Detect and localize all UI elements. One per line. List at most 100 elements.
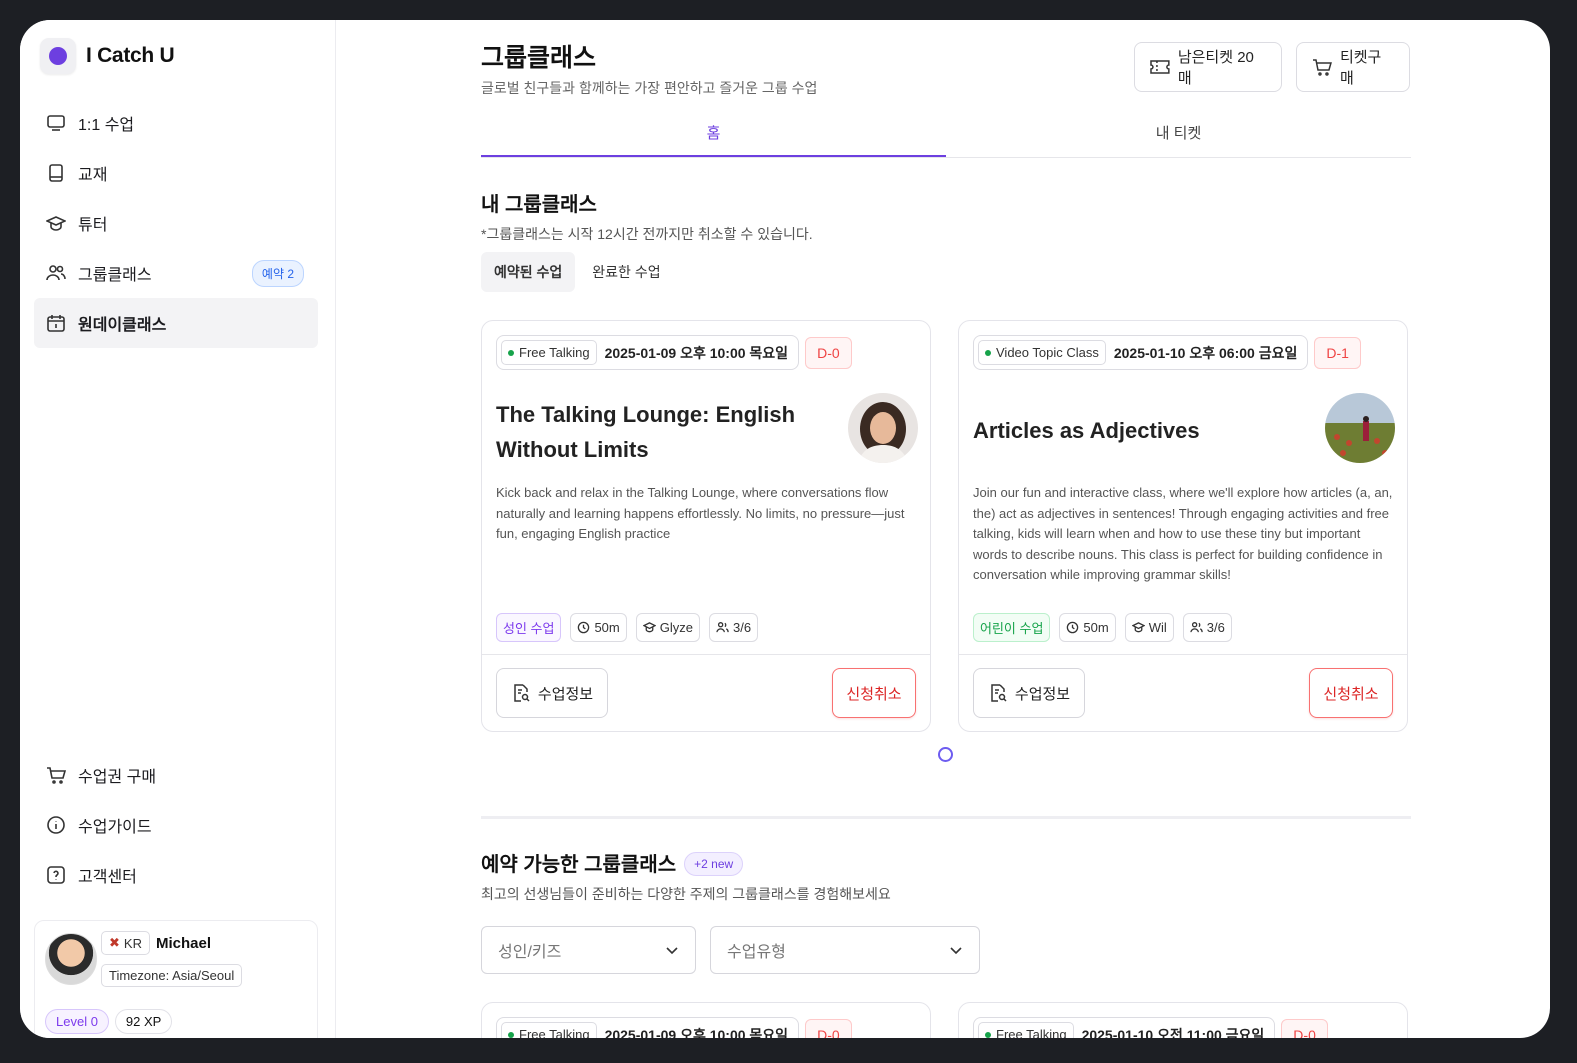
status-dot-icon [508,349,514,356]
available-class-card[interactable]: Free Talking 2025-01-10 오전 11:00 금요일 D-0 [958,1002,1408,1038]
buy-ticket-button[interactable]: 티켓구매 [1296,42,1410,92]
sidebar-item-1on1[interactable]: 1:1 수업 [34,98,318,148]
main-tabs: 홈 내 티켓 [481,116,1411,158]
cancel-reservation-button[interactable]: 신청취소 [832,668,916,718]
class-card[interactable]: Free Talking 2025-01-09 오후 10:00 목요일 D-0… [481,320,931,732]
brand[interactable]: I Catch U [40,38,175,74]
book-icon [46,163,66,183]
class-meta: Video Topic Class 2025-01-10 오후 06:00 금요… [973,335,1309,370]
user-name: Michael [155,934,211,952]
clock-icon [1067,621,1079,634]
page-title: 그룹클래스 [481,44,597,72]
sidebar-item-guide[interactable]: 수업가이드 [34,800,318,850]
tab-reserved[interactable]: 예약된 수업 [481,252,576,292]
tutor-tag: Glyze [635,613,700,642]
reservation-badge: 예약 2 [251,259,304,287]
class-meta: Free Talking 2025-01-09 오후 10:00 목요일 [496,335,800,370]
ticket-icon [1150,60,1170,74]
class-datetime: 2025-01-10 오후 06:00 금요일 [1113,344,1298,361]
sidebar-item-groupclass[interactable]: 그룹클래스 예약 2 [34,248,318,298]
class-info-label: 수업정보 [537,685,594,703]
tutor-photo [848,393,918,463]
graduation-cap-icon [46,213,66,233]
class-datetime: 2025-01-09 오후 10:00 목요일 [604,1026,789,1039]
class-description: Join our fun and interactive class, wher… [973,485,1393,582]
dday-badge: D-0 [805,336,852,369]
document-search-icon [514,684,530,702]
class-type-chip: Video Topic Class [978,340,1106,365]
chevron-down-icon [666,947,678,955]
class-card[interactable]: Video Topic Class 2025-01-10 오후 06:00 금요… [958,320,1408,732]
document-search-icon [991,684,1007,702]
sidebar-item-support[interactable]: 고객센터 [34,850,318,900]
class-type: Free Talking [519,345,590,360]
section-divider [481,816,1411,819]
class-meta: Free Talking 2025-01-10 오전 11:00 금요일 [973,1017,1276,1039]
status-dot-icon [985,349,991,356]
capacity-tag: 3/6 [1182,613,1232,642]
available-class-card[interactable]: Free Talking 2025-01-09 오후 10:00 목요일 D-0 [481,1002,931,1038]
available-classes-subtitle: 최고의 선생님들이 준비하는 다양한 주제의 그룹클래스를 경험해보세요 [481,886,891,902]
class-title: The Talking Lounge: English Without Limi… [496,402,796,462]
users-icon [716,622,729,633]
main-content: 그룹클래스 글로벌 친구들과 함께하는 가장 편안하고 즐거운 그룹 수업 남은… [481,20,1411,1038]
remaining-tickets-button[interactable]: 남은티켓 20매 [1134,42,1282,92]
class-type: Free Talking [519,1027,590,1038]
class-type-filter-value: 수업유형 [727,944,786,961]
audience-filter-value: 성인/키즈 [498,944,562,961]
class-type: Video Topic Class [996,345,1099,360]
class-datetime: 2025-01-10 오전 11:00 금요일 [1081,1026,1265,1039]
class-type-chip: Free Talking [501,1022,597,1038]
duration-value: 50m [1083,620,1109,635]
remaining-tickets-label: 남은티켓 20매 [1177,49,1254,87]
buy-ticket-label: 티켓구매 [1339,49,1382,87]
flag-icon: ✖ [109,935,120,950]
tab-home[interactable]: 홈 [481,116,946,157]
available-classes-title: 예약 가능한 그룹클래스 +2 new [481,848,744,877]
cancel-reservation-button[interactable]: 신청취소 [1309,668,1393,718]
tutor-photo [1325,393,1395,463]
sidebar-item-purchase[interactable]: 수업권 구매 [34,750,318,800]
class-type-chip: Free Talking [978,1022,1074,1038]
class-info-button[interactable]: 수업정보 [496,668,608,718]
graduation-cap-icon [642,622,656,633]
sidebar-item-label: 교재 [78,167,108,184]
sidebar-item-textbook[interactable]: 교재 [34,148,318,198]
class-type-filter-select[interactable]: 수업유형 [710,926,980,974]
cart-icon [46,765,66,785]
class-title: Articles as Adjectives [973,418,1200,443]
page-subtitle: 글로벌 친구들과 함께하는 가장 편안하고 즐거운 그룹 수업 [481,80,818,96]
audience-tag: 성인 수업 [496,613,562,642]
tab-completed[interactable]: 완료한 수업 [579,252,673,292]
help-icon [46,865,66,885]
sidebar: I Catch U 1:1 수업 교재 튜터 그룹클래스 예약 2 원데이클래스… [20,20,336,1038]
brand-name: I Catch U [86,44,175,67]
audience-filter-select[interactable]: 성인/키즈 [481,926,696,974]
class-datetime: 2025-01-09 오후 10:00 목요일 [604,344,789,361]
duration-value: 50m [594,620,620,635]
class-type: Free Talking [996,1027,1067,1038]
sidebar-item-label: 1:1 수업 [78,117,135,134]
status-dot-icon [985,1031,991,1038]
tutor-name: Wil [1148,620,1167,635]
carousel-dot-indicator[interactable] [938,747,953,762]
users-icon [1190,622,1203,633]
tab-my-tickets[interactable]: 내 티켓 [946,116,1411,157]
country-code: KR [123,935,142,951]
sidebar-item-onedayclass[interactable]: 원데이클래스 [34,298,318,348]
brand-logo-icon [40,38,76,74]
sidebar-item-label: 원데이클래스 [78,317,167,334]
sidebar-item-tutor[interactable]: 튜터 [34,198,318,248]
profile-card[interactable]: ✖ KR Michael Timezone: Asia/Seoul Level 0… [34,920,318,1038]
sidebar-nav-bottom: 수업권 구매 수업가이드 고객센터 [34,750,318,900]
class-type-chip: Free Talking [501,340,597,365]
cancel-policy-note: *그룹클래스는 시작 12시간 전까지만 취소할 수 있습니다. [481,226,813,242]
my-classes-title: 내 그룹클래스 [481,194,597,216]
capacity-tag: 3/6 [708,613,759,642]
class-description: Kick back and relax in the Talking Loung… [496,485,905,541]
duration-tag: 50m [1059,613,1116,642]
capacity-value: 3/6 [1206,620,1225,635]
calendar-icon [46,313,66,333]
sidebar-item-label: 튜터 [78,217,108,234]
class-info-button[interactable]: 수업정보 [973,668,1085,718]
